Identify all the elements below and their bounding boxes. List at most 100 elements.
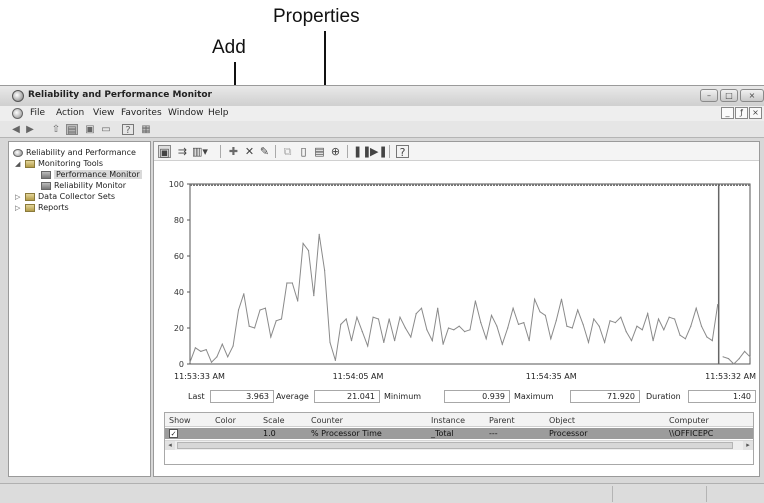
expand-icon[interactable]: ▷ [15,193,22,201]
data-point [307,250,310,252]
menu-action[interactable]: Action [56,108,84,118]
collapse-icon[interactable]: ◢ [15,160,22,168]
show-checkbox[interactable]: ✓ [169,429,178,438]
data-point [237,309,240,311]
duration-value: 1:40 [688,390,756,403]
column-header-computer[interactable]: Computer [669,416,709,425]
properties-icon[interactable]: ▤ [313,145,326,158]
scrollbar-thumb[interactable] [177,442,733,449]
scroll-right-arrow-icon[interactable]: ▸ [743,441,753,450]
data-point [598,325,600,327]
app-window: Reliability and Performance Monitor – □ … [0,85,764,503]
help-icon[interactable]: ? [122,124,134,136]
column-header-show[interactable]: Show [169,416,191,425]
main-toolbar: ◀ ▶ ⇧ ▤ ▣ ▭ ? ▦ [0,121,764,138]
last-label: Last [188,392,205,401]
data-point [609,320,611,322]
data-point [410,336,412,338]
add-counter-icon[interactable]: ✚ [227,145,240,158]
column-header-parent[interactable]: Parent [489,416,515,425]
navigation-tree: Reliability and Performance ◢ Monitoring… [8,141,151,477]
y-tick-label: 20 [174,324,184,333]
cell-instance: _Total [431,429,454,438]
menu-file[interactable]: File [30,108,45,118]
mdi-minimize-button[interactable]: _ [721,107,734,119]
data-point [221,343,223,345]
delete-counter-icon[interactable]: ✕ [243,145,256,158]
data-point [647,313,649,315]
performance-graph[interactable]: 0 20 40 60 80 100 11:53:33 AM 11:54:05 AM 11:54:… [154,161,759,385]
paste-counter-list-icon[interactable]: ▯ [297,145,310,158]
table-row[interactable]: ✓ 1.0 % Processor Time _Total --- Proces… [165,428,753,439]
data-point [232,345,234,347]
horizontal-scrollbar[interactable]: ◂ ▸ [165,440,753,450]
data-point [442,343,444,345]
properties-icon[interactable]: ▣ [84,124,96,135]
tree-item-reliability-monitor[interactable]: Reliability Monitor [41,181,126,190]
tree-item-root[interactable]: Reliability and Performance [13,148,136,157]
data-point [474,300,476,302]
highlight-icon[interactable]: ✎ [258,145,271,158]
data-point [313,295,315,297]
column-header-scale[interactable]: Scale [263,416,285,425]
help-icon[interactable]: ? [396,145,409,159]
data-point [254,327,256,329]
back-icon[interactable]: ◀ [10,124,22,135]
tree-item-performance-monitor[interactable]: Performance Monitor [41,170,142,179]
export-icon[interactable]: ▭ [100,124,112,135]
expand-icon[interactable]: ▷ [15,204,22,212]
view-current-activity-icon[interactable]: ▣ [158,145,171,159]
menu-view[interactable]: View [93,108,114,118]
menu-window[interactable]: Window [168,108,204,118]
data-point [399,316,401,318]
mmc-icon[interactable]: ▦ [140,124,152,135]
mdi-restore-button[interactable]: ƒ [735,107,748,119]
minimum-label: Minimum [384,392,422,401]
close-button[interactable]: × [740,89,764,102]
system-menu-icon[interactable] [12,108,23,119]
zoom-icon[interactable]: ⊕ [329,145,342,158]
column-header-counter[interactable]: Counter [311,416,343,425]
menu-favorites[interactable]: Favorites [121,108,162,118]
tree-item-reports[interactable]: ▷ Reports [15,203,69,212]
data-point [727,358,730,360]
data-point [679,334,681,336]
column-header-instance[interactable]: Instance [431,416,465,425]
data-point [738,358,740,360]
freeze-display-icon[interactable]: ❚❚ [353,145,371,158]
data-point [420,307,423,309]
scroll-left-arrow-icon[interactable]: ◂ [165,441,175,450]
minimize-button[interactable]: – [700,89,718,102]
up-icon[interactable]: ⇧ [50,124,62,135]
tree-item-monitoring-tools[interactable]: ◢ Monitoring Tools [15,159,103,168]
tree-item-data-collector-sets[interactable]: ▷ Data Collector Sets [15,192,115,201]
forward-icon[interactable]: ▶ [24,124,36,135]
change-graph-type-icon[interactable]: ▥▾ [192,145,208,158]
column-header-object[interactable]: Object [549,416,575,425]
cell-parent: --- [489,429,498,438]
data-point [404,327,406,329]
maximize-button[interactable]: □ [720,89,738,102]
data-point [582,323,584,325]
y-tick-label: 80 [174,216,184,225]
data-point [200,350,202,352]
x-tick-label: 11:53:33 AM [174,372,225,381]
data-point [458,325,460,327]
data-point [210,361,213,363]
add-callout: Add [212,37,246,58]
toolbar-separator [220,145,221,158]
menu-help[interactable]: Help [208,108,229,118]
counter-table: Show Color Scale Counter Instance Parent… [164,412,754,465]
data-point [544,314,546,316]
title-bar[interactable]: Reliability and Performance Monitor – □ … [0,86,764,106]
copy-properties-icon[interactable]: ⧉ [281,145,294,158]
update-data-icon[interactable]: ▶❚ [370,145,388,158]
data-point [566,325,568,327]
show-hide-tree-icon[interactable]: ▤ [66,124,78,136]
data-point [469,329,471,331]
mdi-close-button[interactable]: × [749,107,762,119]
properties-callout: Properties [273,6,360,27]
data-point [345,318,347,320]
column-header-color[interactable]: Color [215,416,236,425]
view-log-data-icon[interactable]: ⇉ [176,145,189,158]
